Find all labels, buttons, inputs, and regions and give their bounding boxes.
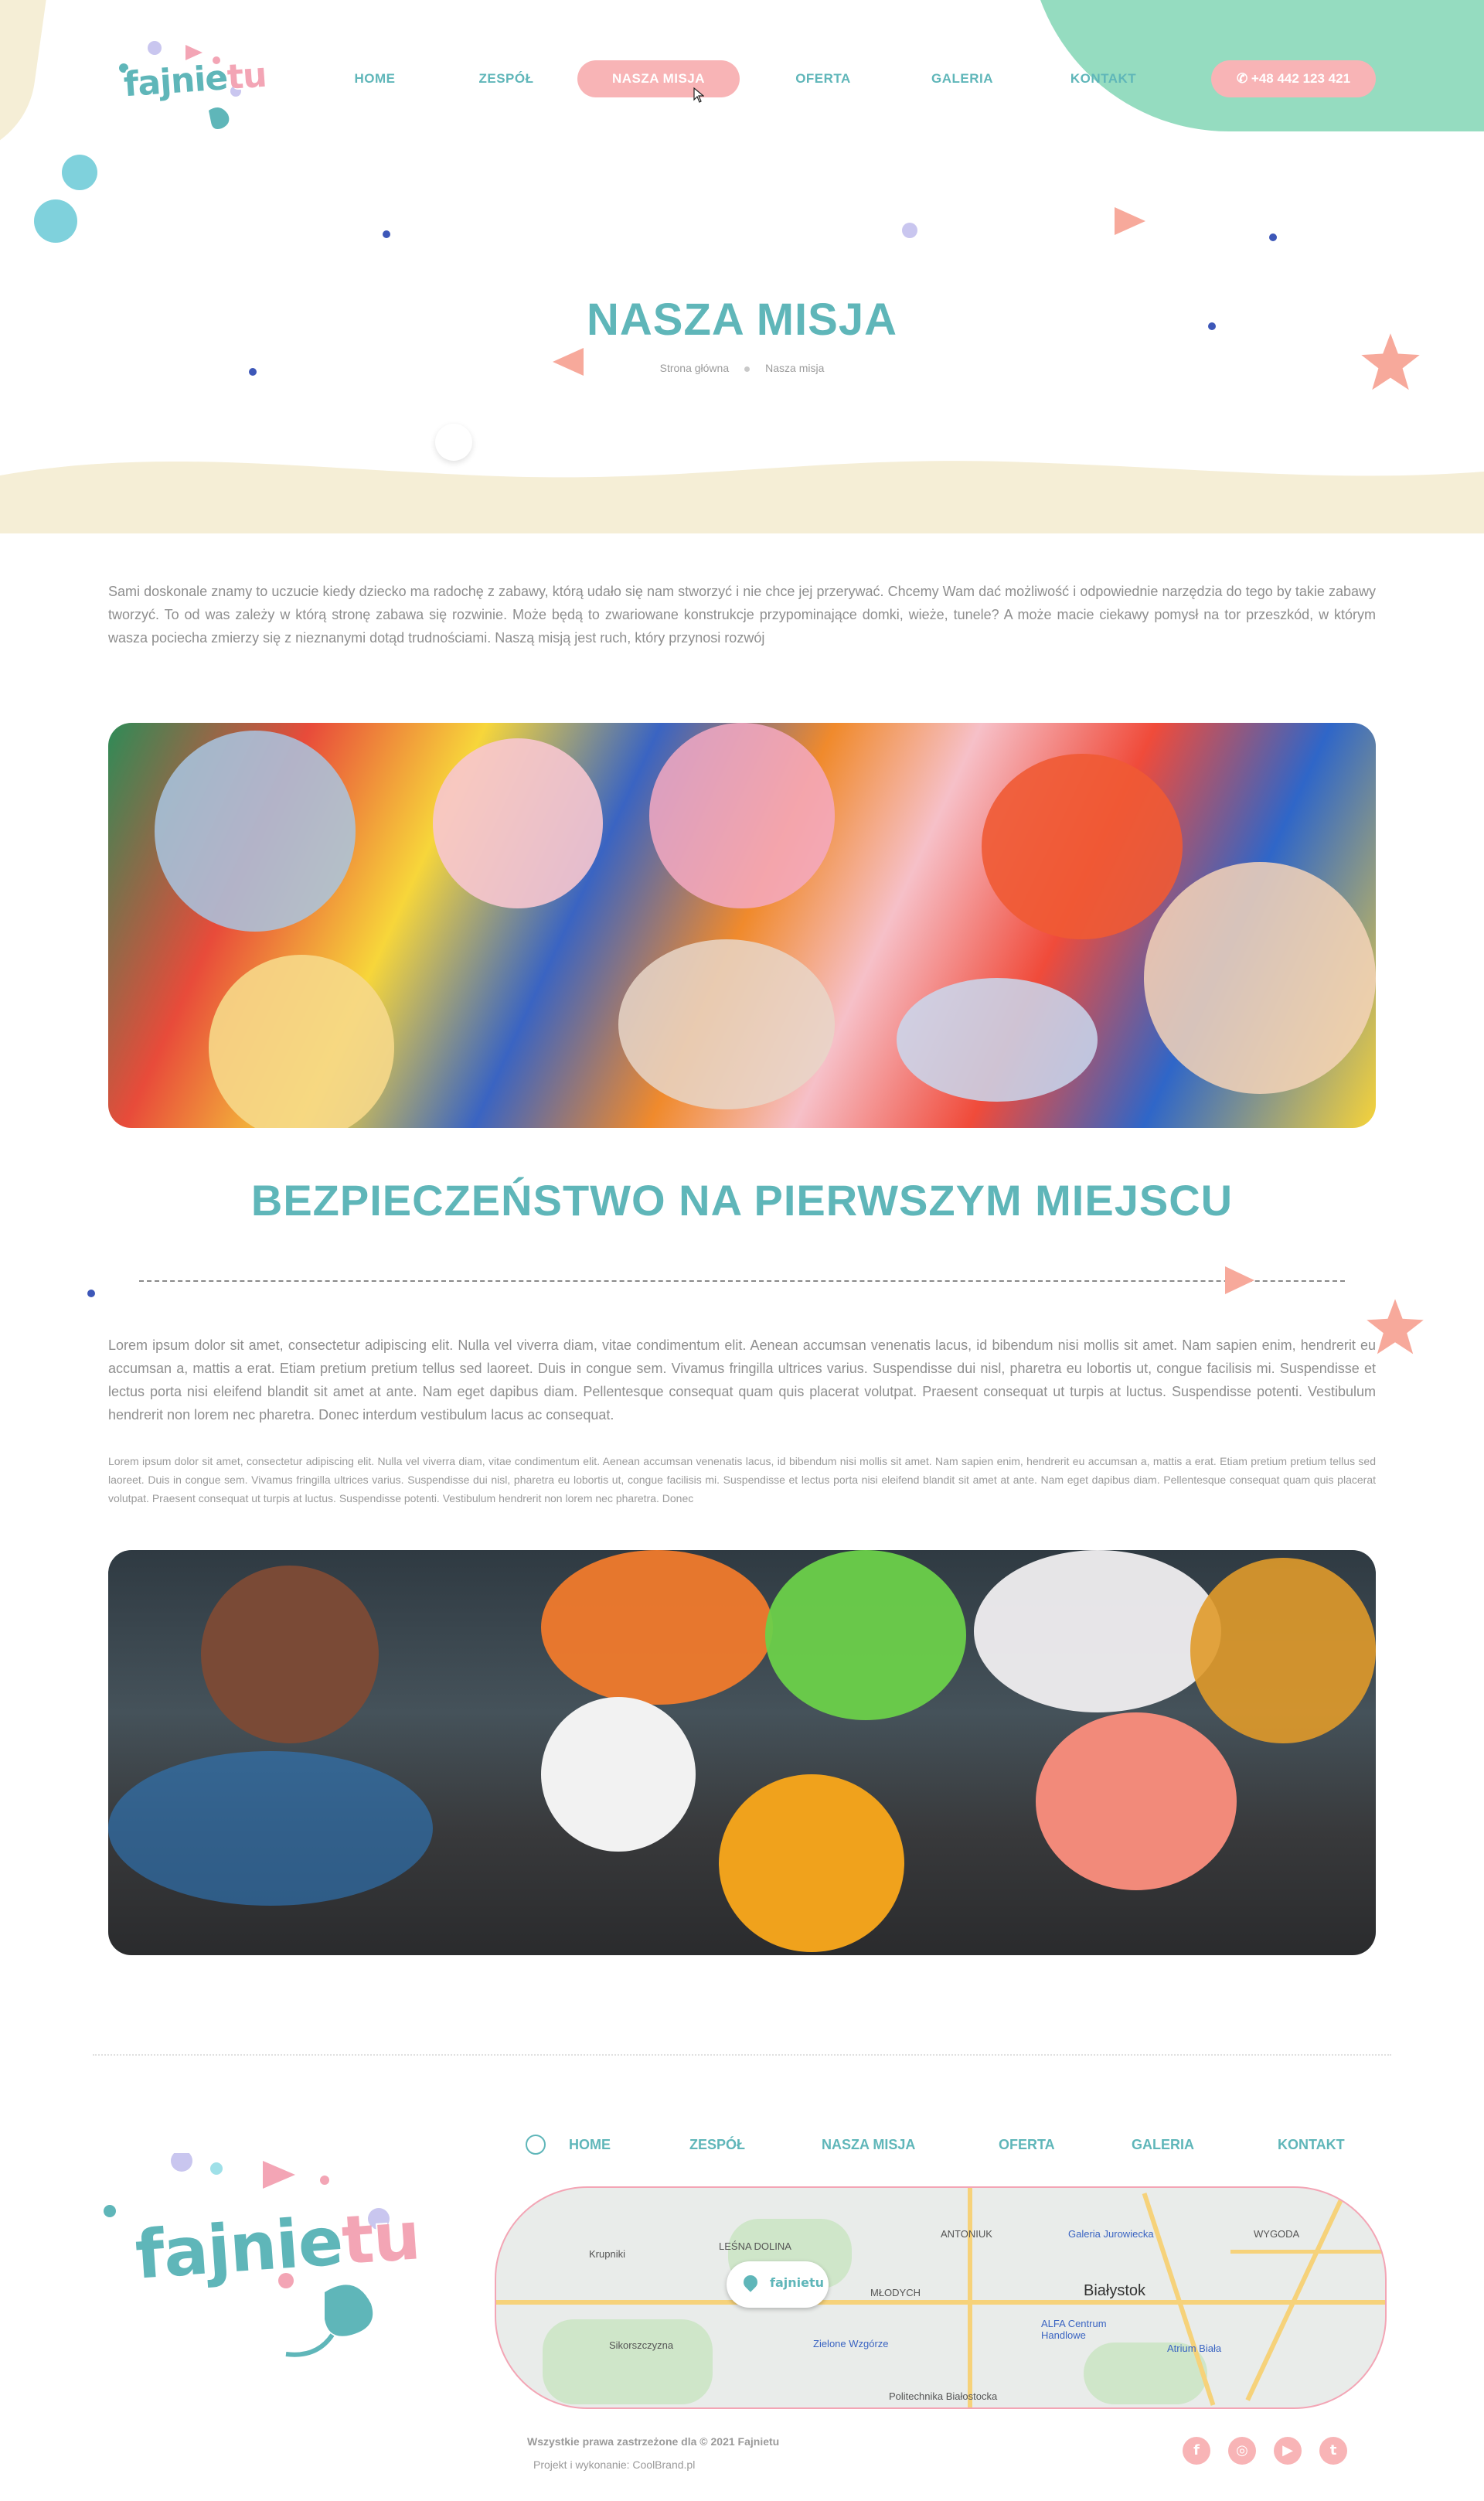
nav-item-kontakt[interactable]: KONTAKT [1055, 60, 1152, 97]
section-title: BEZPIECZEŃSTWO NA PIERWSZYM MIEJSCU [0, 1175, 1484, 1225]
photo-detail [1036, 1712, 1237, 1890]
map-label: Atrium Biała [1167, 2343, 1221, 2354]
logo[interactable]: fajnietu [108, 37, 255, 138]
decor-blob-left [0, 0, 54, 167]
map-label: ALFA Centrum Handlowe [1041, 2318, 1134, 2341]
footer-nav-nasza-misja[interactable]: NASZA MISJA [822, 2129, 915, 2160]
photo-detail [433, 738, 603, 908]
photo-detail [541, 1550, 773, 1705]
section-divider [139, 1280, 1345, 1282]
decor-dot [1269, 233, 1277, 241]
photo-detail [765, 1550, 966, 1720]
location-map[interactable]: Krupniki LEŚNA DOLINA ANTONIUK Galeria J… [495, 2186, 1387, 2409]
photo-detail [1144, 862, 1376, 1094]
twitter-icon[interactable]: t [1319, 2437, 1347, 2465]
photo-detail [541, 1697, 696, 1852]
youtube-icon[interactable]: ▶ [1274, 2437, 1302, 2465]
photo-detail [1190, 1558, 1376, 1743]
phone-number: +48 442 123 421 [1251, 71, 1350, 86]
map-label: Politechnika Białostocka [889, 2390, 997, 2402]
nav-item-home[interactable]: HOME [340, 60, 410, 97]
photo-detail [618, 939, 835, 1109]
decor-triangle [1225, 1266, 1254, 1294]
page-title: NASZA MISJA [0, 294, 1484, 346]
decor-dot [87, 1290, 95, 1297]
hero-section: fajnietu HOME ZESPÓŁ NASZA MISJA OFERTA … [0, 0, 1484, 533]
photo-detail [649, 723, 835, 908]
map-marker-logo-part2: tu [809, 2275, 824, 2290]
decor-wave [0, 452, 1484, 533]
footer-nav-oferta[interactable]: OFERTA [999, 2129, 1055, 2160]
map-label: LEŚNA DOLINA [719, 2240, 791, 2252]
decor-dot [34, 199, 77, 243]
mouse-cursor-icon [693, 87, 704, 103]
footer-nav-galeria[interactable]: GALERIA [1132, 2129, 1194, 2160]
footer-nav-kontakt[interactable]: KONTAKT [1278, 2129, 1345, 2160]
photo-detail [897, 978, 1098, 1102]
instagram-icon[interactable]: ◎ [1228, 2437, 1256, 2465]
map-label: Sikorszczyzna [609, 2339, 673, 2351]
decor-dot [902, 223, 917, 238]
facebook-icon[interactable]: f [1183, 2437, 1210, 2465]
map-label: ANTONIUK [941, 2228, 992, 2240]
footer-nav: HOME ZESPÓŁ NASZA MISJA OFERTA GALERIA K… [526, 2129, 1360, 2160]
photo-detail [209, 955, 394, 1128]
map-label: WYGODA [1254, 2228, 1299, 2240]
logo-text-part1: fajnie [122, 58, 228, 104]
map-road [496, 2300, 1387, 2305]
map-park [543, 2319, 713, 2404]
nav-item-zespol[interactable]: ZESPÓŁ [464, 60, 549, 97]
map-label: Zielone Wzgórze [813, 2338, 889, 2349]
photo-detail [155, 731, 356, 932]
map-marker-logo: fajnietu [770, 2275, 824, 2290]
nav-item-galeria[interactable]: GALERIA [916, 60, 1009, 97]
footer-nav-zespol[interactable]: ZESPÓŁ [689, 2129, 745, 2160]
main-nav: HOME ZESPÓŁ NASZA MISJA OFERTA GALERIA K… [340, 60, 1152, 97]
map-label: Galeria Jurowiecka [1068, 2228, 1154, 2240]
map-label: Białystok [1084, 2282, 1145, 2300]
credits-text[interactable]: Projekt i wykonanie: CoolBrand.pl [533, 2458, 695, 2471]
decor-dot [62, 155, 97, 190]
intro-paragraph: Sami doskonale znamy to uczucie kiedy dz… [108, 580, 1376, 649]
photo-detail [974, 1550, 1221, 1712]
kids-parachute-photo [108, 723, 1376, 1128]
nav-item-nasza-misja[interactable]: NASZA MISJA [577, 60, 740, 97]
footer-logo[interactable]: fajnietu [93, 2153, 394, 2370]
breadcrumb-current: Nasza misja [765, 362, 824, 374]
map-road [1230, 2250, 1387, 2254]
map-label: MŁODYCH [870, 2287, 921, 2298]
phone-icon: ✆ [1237, 71, 1251, 86]
footer-logo-text-part1: fajnie [133, 2203, 345, 2294]
breadcrumb: Strona główna Nasza misja [0, 362, 1484, 374]
decor-triangle [1115, 207, 1145, 235]
breadcrumb-home-link[interactable]: Strona główna [660, 362, 730, 374]
nav-item-oferta[interactable]: OFERTA [781, 60, 866, 97]
map-label: Krupniki [589, 2248, 625, 2260]
home-icon[interactable] [526, 2135, 546, 2155]
map-marker-logo-part1: fajnie [770, 2275, 809, 2290]
phone-button[interactable]: ✆ +48 442 123 421 [1211, 60, 1376, 97]
safety-paragraph-1: Lorem ipsum dolor sit amet, consectetur … [108, 1334, 1376, 1426]
photo-detail [108, 1751, 433, 1906]
photo-detail [982, 754, 1183, 939]
footer-logo-text-part2: tu [339, 2197, 422, 2280]
safety-paragraph-2: Lorem ipsum dolor sit amet, consectetur … [108, 1452, 1376, 1508]
footer-nav-home[interactable]: HOME [569, 2129, 611, 2160]
map-location-marker[interactable]: fajnietu [727, 2261, 829, 2308]
kids-balls-photo [108, 1550, 1376, 1955]
copyright-text: Wszystkie prawa zastrzeżone dla © 2021 F… [527, 2435, 779, 2448]
breadcrumb-separator [744, 366, 750, 372]
map-road [968, 2188, 972, 2409]
decor-dot [383, 230, 390, 238]
photo-detail [201, 1566, 379, 1743]
footer-divider [93, 2054, 1391, 2056]
photo-detail [719, 1774, 904, 1952]
logo-text-part2: tu [226, 56, 267, 97]
location-pin-icon [740, 2272, 760, 2291]
